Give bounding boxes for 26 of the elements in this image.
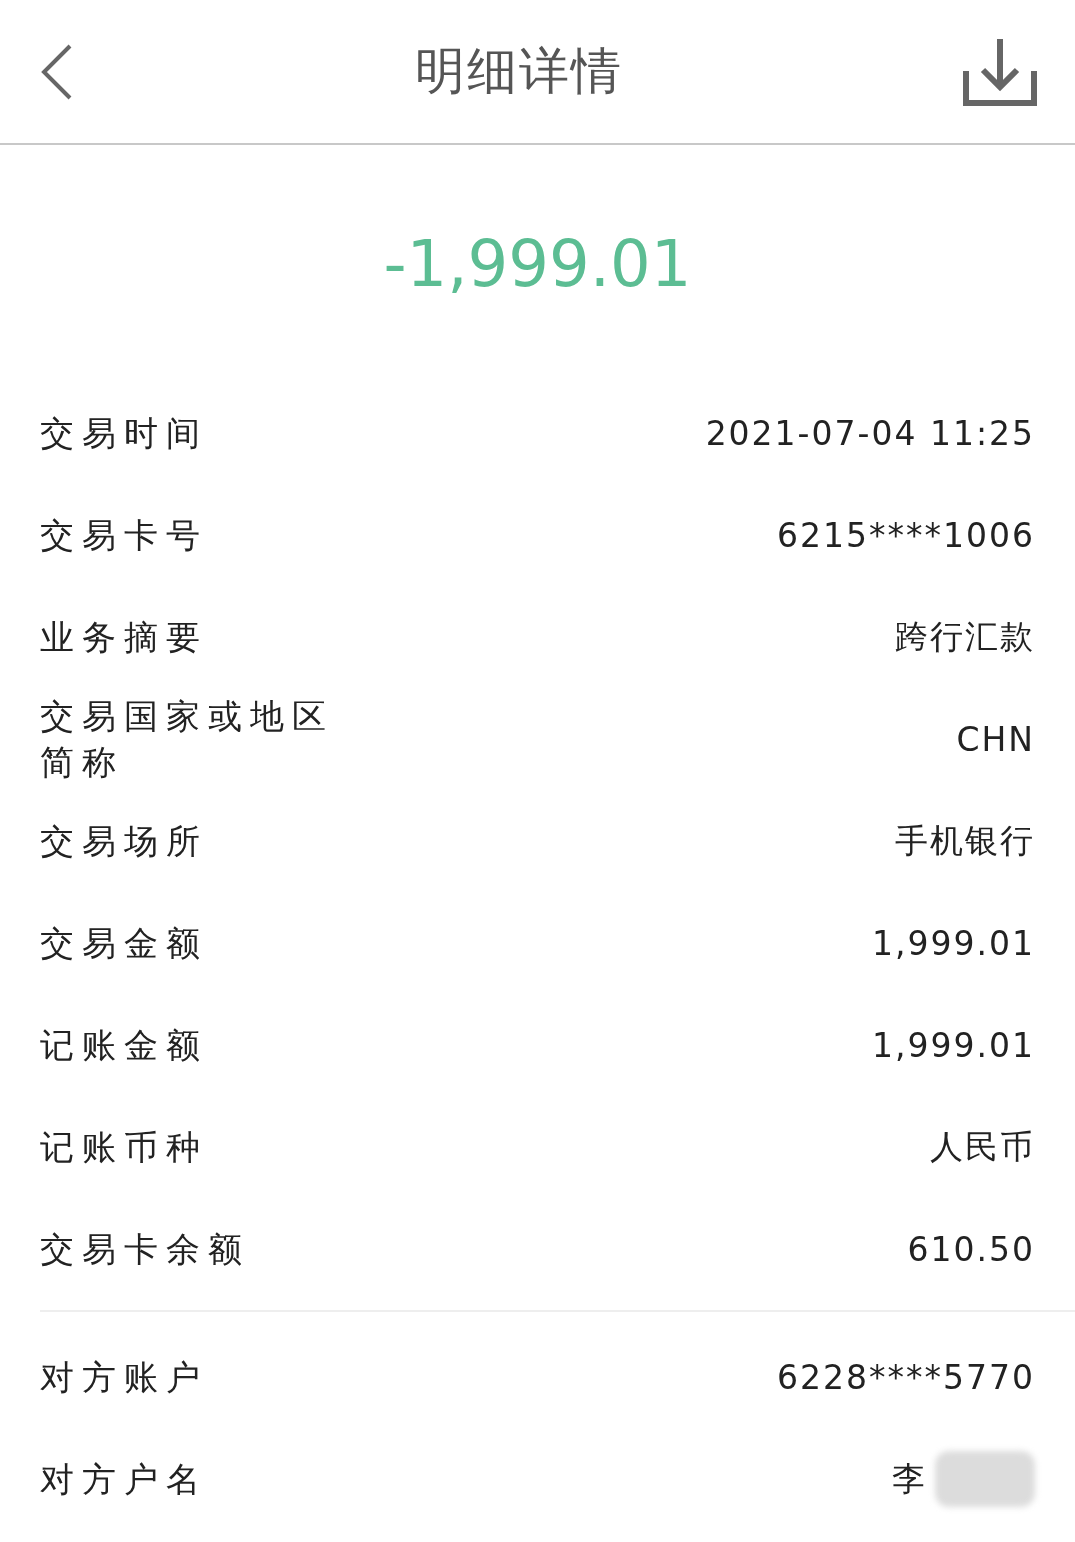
field-value: 1,999.01: [872, 1025, 1035, 1065]
field-label: 记账金额: [40, 1024, 209, 1067]
field-value: CHN: [956, 719, 1035, 759]
field-label: 交易金额: [40, 922, 209, 965]
field-label: 交易时间: [40, 412, 209, 455]
field-label: 交易卡号: [40, 514, 209, 557]
field-value: 610.50: [907, 1229, 1035, 1269]
field-value: 1,999.01: [872, 923, 1035, 963]
field-value: 人民币: [930, 1125, 1035, 1168]
field-value: 手机银行: [895, 819, 1035, 862]
download-icon: [963, 36, 1037, 107]
download-button[interactable]: [963, 36, 1037, 107]
field-label: 对方账户: [40, 1356, 209, 1399]
page-title: 明细详情: [414, 41, 623, 102]
field-value: 6228****5770: [777, 1357, 1035, 1397]
field-value: 李: [892, 1457, 927, 1500]
field-label: 对方户名: [40, 1458, 209, 1501]
field-value: 跨行汇款: [895, 615, 1035, 658]
transaction-amount: -1,999.01: [383, 226, 692, 301]
field-label: 交易卡余额: [40, 1228, 251, 1271]
field-label: 记账币种: [40, 1126, 209, 1169]
field-value: 6215****1006: [777, 515, 1035, 555]
field-label: 交易场所: [40, 820, 209, 863]
field-value: 2021-07-04 11:25: [705, 413, 1035, 453]
field-label: 业务摘要: [40, 616, 209, 659]
field-label: 交易国家或地区简称: [40, 695, 335, 784]
